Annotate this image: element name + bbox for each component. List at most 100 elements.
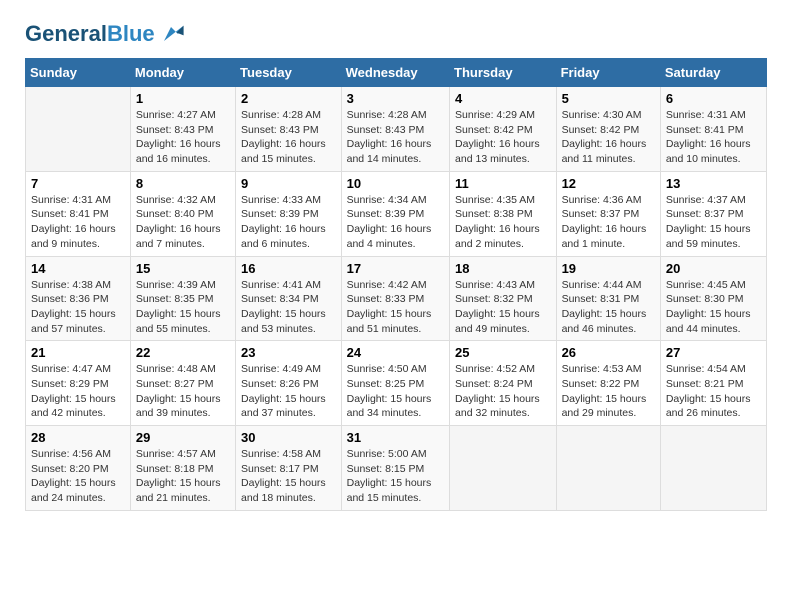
calendar-cell: 5Sunrise: 4:30 AM Sunset: 8:42 PM Daylig… [556,87,660,172]
day-number: 9 [241,176,336,191]
calendar-cell: 21 Sunrise: 4:47 AM Sunset: 8:29 PM Dayli… [26,341,131,426]
calendar-week-row: 14 Sunrise: 4:38 AM Sunset: 8:36 PM Dayli… [26,256,767,341]
day-info: Sunrise: 4:56 AM Sunset: 8:20 PM Dayligh… [31,447,125,506]
day-number: 12 [562,176,655,191]
weekday-header-row: SundayMondayTuesdayWednesdayThursdayFrid… [26,59,767,87]
calendar-cell: 19 Sunrise: 4:44 AM Sunset: 8:31 PM Dayli… [556,256,660,341]
day-number: 29 [136,430,230,445]
day-info: Sunrise: 4:33 AM Sunset: 8:39 PM Dayligh… [241,193,336,252]
day-number: 22 [136,345,230,360]
day-info: Sunrise: 4:54 AM Sunset: 8:21 PM Dayligh… [666,362,761,421]
calendar-cell: 25 Sunrise: 4:52 AM Sunset: 8:24 PM Dayli… [450,341,557,426]
day-number: 24 [347,345,444,360]
day-info: Sunrise: 4:41 AM Sunset: 8:34 PM Dayligh… [241,278,336,337]
page-header: GeneralBlue [25,20,767,48]
calendar-cell: 7 Sunrise: 4:31 AM Sunset: 8:41 PM Daylig… [26,171,131,256]
day-number: 17 [347,261,444,276]
day-info: Sunrise: 4:37 AM Sunset: 8:37 PM Dayligh… [666,193,761,252]
calendar-table: SundayMondayTuesdayWednesdayThursdayFrid… [25,58,767,511]
weekday-header: Monday [130,59,235,87]
calendar-cell: 8Sunrise: 4:32 AM Sunset: 8:40 PM Daylig… [130,171,235,256]
calendar-cell: 29 Sunrise: 4:57 AM Sunset: 8:18 PM Dayli… [130,426,235,511]
calendar-cell [26,87,131,172]
day-info: Sunrise: 4:50 AM Sunset: 8:25 PM Dayligh… [347,362,444,421]
calendar-cell: 15 Sunrise: 4:39 AM Sunset: 8:35 PM Dayli… [130,256,235,341]
calendar-cell: 27 Sunrise: 4:54 AM Sunset: 8:21 PM Dayli… [660,341,766,426]
calendar-cell: 30 Sunrise: 4:58 AM Sunset: 8:17 PM Dayli… [236,426,342,511]
calendar-week-row: 7 Sunrise: 4:31 AM Sunset: 8:41 PM Daylig… [26,171,767,256]
calendar-cell: 28 Sunrise: 4:56 AM Sunset: 8:20 PM Dayli… [26,426,131,511]
logo: GeneralBlue [25,20,185,48]
calendar-cell: 6 Sunrise: 4:31 AM Sunset: 8:41 PM Daylig… [660,87,766,172]
day-number: 2 [241,91,336,106]
day-info: Sunrise: 4:44 AM Sunset: 8:31 PM Dayligh… [562,278,655,337]
day-number: 3 [347,91,444,106]
day-info: Sunrise: 4:43 AM Sunset: 8:32 PM Dayligh… [455,278,551,337]
day-number: 19 [562,261,655,276]
day-info: Sunrise: 4:45 AM Sunset: 8:30 PM Dayligh… [666,278,761,337]
day-info: Sunrise: 4:34 AM Sunset: 8:39 PM Dayligh… [347,193,444,252]
day-number: 18 [455,261,551,276]
day-number: 11 [455,176,551,191]
day-number: 23 [241,345,336,360]
weekday-header: Thursday [450,59,557,87]
calendar-cell: 22 Sunrise: 4:48 AM Sunset: 8:27 PM Dayli… [130,341,235,426]
weekday-header: Sunday [26,59,131,87]
calendar-cell [450,426,557,511]
day-info: Sunrise: 4:57 AM Sunset: 8:18 PM Dayligh… [136,447,230,506]
day-number: 30 [241,430,336,445]
day-info: Sunrise: 4:35 AM Sunset: 8:38 PM Dayligh… [455,193,551,252]
calendar-cell: 1 Sunrise: 4:27 AM Sunset: 8:43 PM Daylig… [130,87,235,172]
day-number: 26 [562,345,655,360]
day-info: Sunrise: 4:58 AM Sunset: 8:17 PM Dayligh… [241,447,336,506]
day-info: Sunrise: 4:53 AM Sunset: 8:22 PM Dayligh… [562,362,655,421]
day-info: Sunrise: 4:31 AM Sunset: 8:41 PM Dayligh… [31,193,125,252]
day-number: 7 [31,176,125,191]
calendar-cell: 13Sunrise: 4:37 AM Sunset: 8:37 PM Dayli… [660,171,766,256]
day-info: Sunrise: 4:29 AM Sunset: 8:42 PM Dayligh… [455,108,551,167]
day-number: 6 [666,91,761,106]
calendar-cell: 16 Sunrise: 4:41 AM Sunset: 8:34 PM Dayli… [236,256,342,341]
calendar-week-row: 1 Sunrise: 4:27 AM Sunset: 8:43 PM Daylig… [26,87,767,172]
day-info: Sunrise: 4:28 AM Sunset: 8:43 PM Dayligh… [241,108,336,167]
day-number: 5 [562,91,655,106]
calendar-cell [660,426,766,511]
day-number: 20 [666,261,761,276]
calendar-cell: 10Sunrise: 4:34 AM Sunset: 8:39 PM Dayli… [341,171,449,256]
day-info: Sunrise: 4:36 AM Sunset: 8:37 PM Dayligh… [562,193,655,252]
day-info: Sunrise: 4:31 AM Sunset: 8:41 PM Dayligh… [666,108,761,167]
day-info: Sunrise: 4:52 AM Sunset: 8:24 PM Dayligh… [455,362,551,421]
logo-text: GeneralBlue [25,22,155,46]
calendar-cell: 12 Sunrise: 4:36 AM Sunset: 8:37 PM Dayli… [556,171,660,256]
day-number: 14 [31,261,125,276]
calendar-cell: 31Sunrise: 5:00 AM Sunset: 8:15 PM Dayli… [341,426,449,511]
day-info: Sunrise: 4:27 AM Sunset: 8:43 PM Dayligh… [136,108,230,167]
day-number: 1 [136,91,230,106]
day-number: 16 [241,261,336,276]
calendar-week-row: 21 Sunrise: 4:47 AM Sunset: 8:29 PM Dayli… [26,341,767,426]
calendar-cell: 4Sunrise: 4:29 AM Sunset: 8:42 PM Daylig… [450,87,557,172]
calendar-cell: 14 Sunrise: 4:38 AM Sunset: 8:36 PM Dayli… [26,256,131,341]
day-number: 27 [666,345,761,360]
calendar-cell: 26 Sunrise: 4:53 AM Sunset: 8:22 PM Dayli… [556,341,660,426]
day-info: Sunrise: 4:39 AM Sunset: 8:35 PM Dayligh… [136,278,230,337]
calendar-cell: 18 Sunrise: 4:43 AM Sunset: 8:32 PM Dayli… [450,256,557,341]
day-info: Sunrise: 4:28 AM Sunset: 8:43 PM Dayligh… [347,108,444,167]
calendar-cell: 9 Sunrise: 4:33 AM Sunset: 8:39 PM Daylig… [236,171,342,256]
calendar-week-row: 28 Sunrise: 4:56 AM Sunset: 8:20 PM Dayli… [26,426,767,511]
day-info: Sunrise: 4:48 AM Sunset: 8:27 PM Dayligh… [136,362,230,421]
calendar-cell: 3 Sunrise: 4:28 AM Sunset: 8:43 PM Daylig… [341,87,449,172]
day-number: 21 [31,345,125,360]
day-number: 31 [347,430,444,445]
day-info: Sunrise: 4:47 AM Sunset: 8:29 PM Dayligh… [31,362,125,421]
day-number: 8 [136,176,230,191]
day-number: 28 [31,430,125,445]
logo-icon [157,20,185,48]
calendar-cell: 23Sunrise: 4:49 AM Sunset: 8:26 PM Dayli… [236,341,342,426]
day-number: 15 [136,261,230,276]
day-info: Sunrise: 4:42 AM Sunset: 8:33 PM Dayligh… [347,278,444,337]
day-info: Sunrise: 4:38 AM Sunset: 8:36 PM Dayligh… [31,278,125,337]
calendar-cell [556,426,660,511]
calendar-cell: 11 Sunrise: 4:35 AM Sunset: 8:38 PM Dayli… [450,171,557,256]
day-number: 25 [455,345,551,360]
